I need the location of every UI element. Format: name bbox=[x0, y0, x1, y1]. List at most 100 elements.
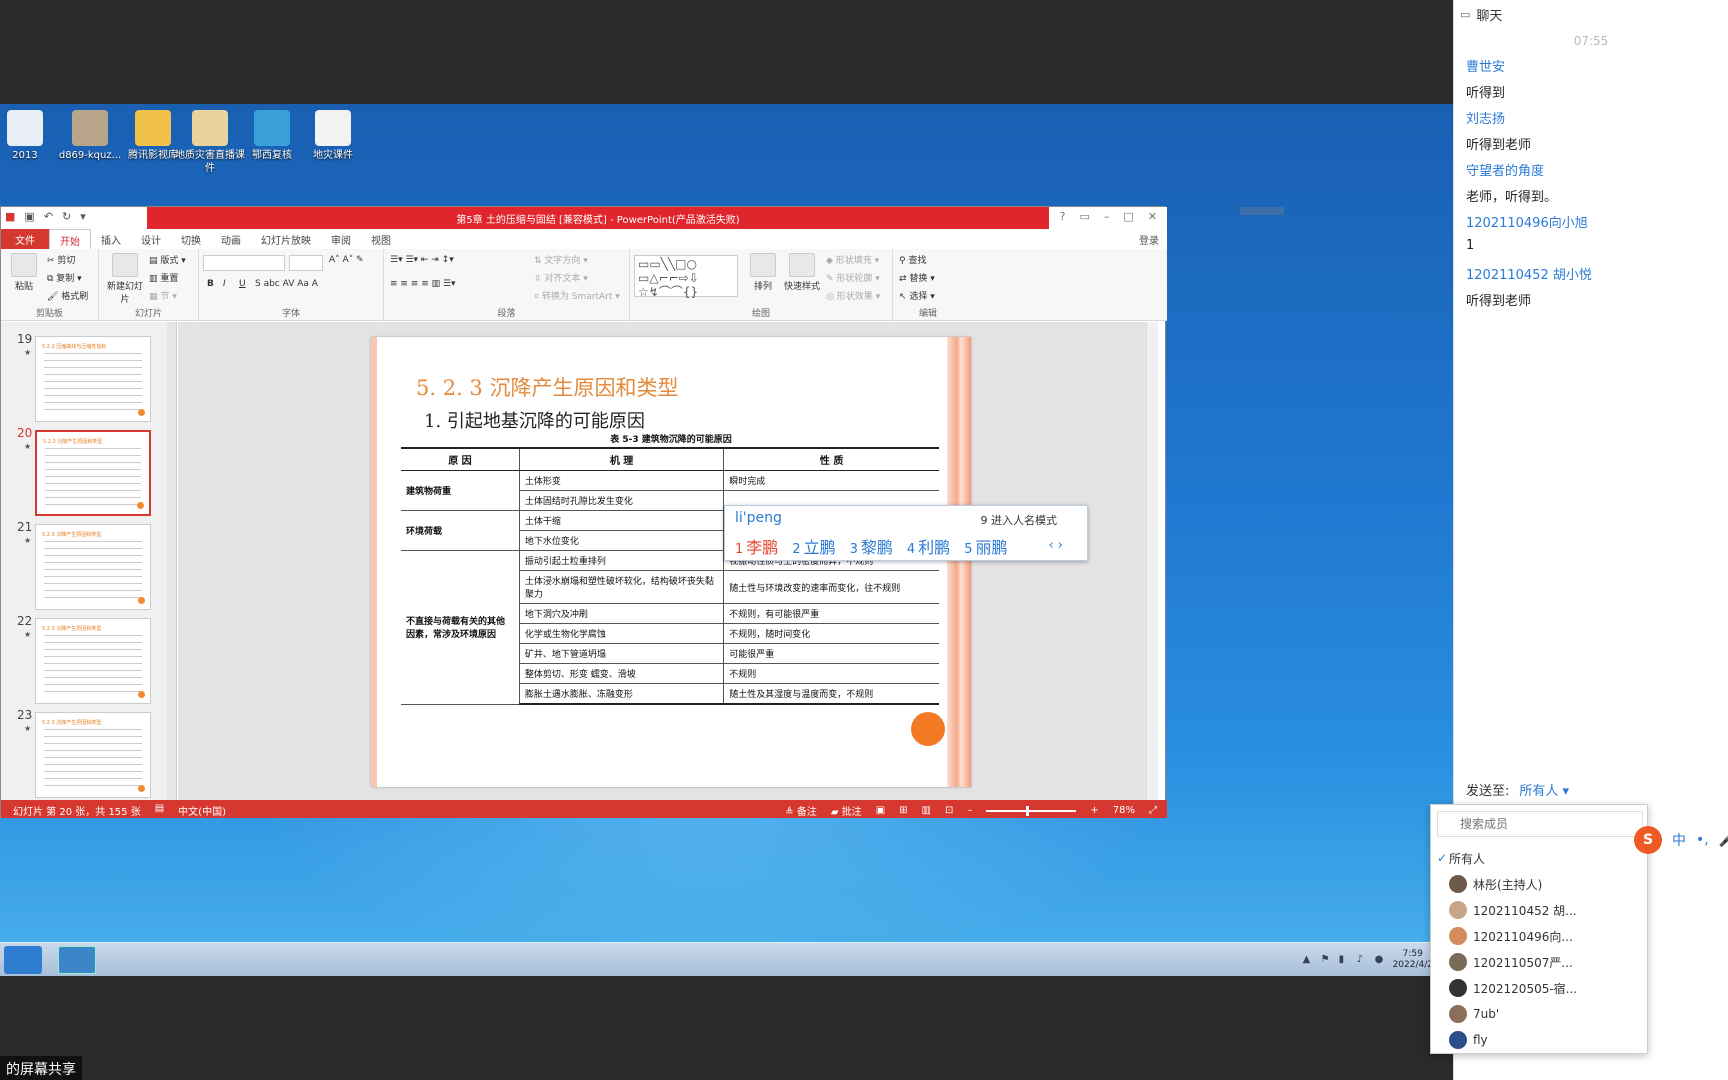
align-buttons[interactable]: ≡ ≡ ≡ ≡ ▥ ☰▾ bbox=[390, 279, 456, 289]
shape-effects-button[interactable]: ◎ 形状效果 ▾ bbox=[826, 289, 880, 302]
ribbon-tab[interactable]: 插入 bbox=[91, 229, 131, 249]
slide-thumbnail[interactable]: 5.2.2 压缩曲线与压缩性指标 bbox=[35, 336, 151, 422]
slideshow-icon[interactable]: ⊡ bbox=[945, 805, 953, 816]
ribbon-tab[interactable]: 设计 bbox=[131, 229, 171, 249]
slide-scrollbar[interactable] bbox=[1146, 322, 1158, 800]
desktop-icon[interactable]: 鄂西复核 bbox=[237, 110, 307, 162]
language-indicator[interactable]: 中文(中国) bbox=[178, 803, 226, 818]
slide-editor[interactable]: 5. 2. 3 沉降产生原因和类型 1. 引起地基沉降的可能原因 表 5-3 建… bbox=[178, 322, 1158, 800]
arrange-button[interactable]: 排列 bbox=[746, 253, 780, 292]
slide-canvas[interactable]: 5. 2. 3 沉降产生原因和类型 1. 引起地基沉降的可能原因 表 5-3 建… bbox=[371, 337, 971, 787]
copy-button[interactable]: ⧉ 复制 ▾ bbox=[47, 271, 82, 284]
member-option[interactable]: 1202120505-宿... bbox=[1431, 975, 1649, 1001]
layout-button[interactable]: ▤ 版式 ▾ bbox=[149, 253, 186, 266]
ime-candidate[interactable]: 3 黎鹏 bbox=[850, 534, 893, 558]
zoom-out-button[interactable]: – bbox=[967, 805, 972, 816]
shadow-button[interactable]: S abc AV Aa A bbox=[255, 279, 318, 289]
settlement-causes-table[interactable]: 原 因机 理性 质 建筑物荷重 土体形变 瞬时完成 土体固结时孔隙比发生变化 环境荷载土… bbox=[401, 447, 939, 705]
smartart-button[interactable]: ⌗ 转换为 SmartArt ▾ bbox=[534, 289, 620, 302]
zoom-slider[interactable] bbox=[986, 805, 1077, 816]
login-link[interactable]: 登录 bbox=[1139, 232, 1159, 247]
close-icon[interactable]: ✕ bbox=[1148, 210, 1157, 223]
cut-button[interactable]: ✂ 剪切 bbox=[47, 253, 75, 266]
ribbon-tab[interactable]: 审阅 bbox=[321, 229, 361, 249]
shape-fill-button[interactable]: ◆ 形状填充 ▾ bbox=[826, 253, 879, 266]
shape-outline-button[interactable]: ✎ 形状轮廓 ▾ bbox=[826, 271, 880, 284]
ime-name-mode-hint[interactable]: 9 进入人名模式 bbox=[981, 512, 1058, 528]
save-icon[interactable]: ▣ bbox=[24, 210, 34, 223]
customize-icon[interactable]: ▾ bbox=[80, 210, 86, 223]
zoom-level[interactable]: 78% bbox=[1113, 805, 1135, 816]
member-option[interactable]: 1202110496向... bbox=[1431, 923, 1649, 949]
maximize-icon[interactable]: □ bbox=[1123, 210, 1133, 223]
member-option[interactable]: fly bbox=[1431, 1027, 1649, 1053]
desktop-icon[interactable]: 地质灾害直播课件 bbox=[175, 110, 245, 175]
ribbon-tab[interactable]: 幻灯片放映 bbox=[251, 229, 321, 249]
ribbon-tab[interactable]: 动画 bbox=[211, 229, 251, 249]
redo-icon[interactable]: ↻ bbox=[62, 210, 71, 223]
ime-punctuation-toggle[interactable]: •, bbox=[1696, 832, 1709, 848]
undo-icon[interactable]: ↶ bbox=[44, 210, 53, 223]
ribbon-display-icon[interactable]: ▭ bbox=[1079, 210, 1089, 223]
message-sender[interactable]: 刘志扬 bbox=[1466, 108, 1716, 127]
clock[interactable]: 7:59 2022/4/2 bbox=[1393, 949, 1433, 971]
reading-view-icon[interactable]: ▥ bbox=[922, 805, 931, 816]
comments-button[interactable]: ▰ 批注 bbox=[831, 803, 862, 818]
quick-styles-button[interactable]: 快速样式 bbox=[780, 253, 824, 292]
reset-button[interactable]: ▥ 重置 bbox=[149, 271, 178, 284]
italic-button[interactable]: I bbox=[223, 279, 226, 289]
zoom-in-button[interactable]: + bbox=[1090, 805, 1098, 816]
message-sender[interactable]: 守望者的角度 bbox=[1466, 160, 1716, 179]
desktop-icon[interactable]: 地灾课件 bbox=[298, 110, 368, 162]
thumbnails-scrollbar[interactable] bbox=[167, 322, 176, 800]
ribbon-tab[interactable]: 视图 bbox=[361, 229, 401, 249]
select-button[interactable]: ↖ 选择 ▾ bbox=[899, 289, 935, 302]
network-icon[interactable]: ▮ bbox=[1339, 955, 1349, 965]
volume-icon[interactable]: ♪ bbox=[1357, 955, 1367, 965]
user-icon[interactable]: ● bbox=[1375, 955, 1385, 965]
help-icon[interactable]: ? bbox=[1060, 210, 1066, 223]
minimize-icon[interactable]: – bbox=[1104, 210, 1110, 223]
tray-up-icon[interactable]: ▲ bbox=[1303, 955, 1313, 965]
member-option[interactable]: 7ub' bbox=[1431, 1001, 1649, 1027]
desktop-icon[interactable]: 2013 bbox=[0, 110, 60, 162]
slide-thumbnail[interactable]: 5.2.3 沉降产生原因和类型 bbox=[35, 618, 151, 704]
flag-icon[interactable]: ⚑ bbox=[1321, 955, 1331, 965]
normal-view-icon[interactable]: ▣ bbox=[876, 805, 885, 816]
ribbon-tab[interactable]: 切换 bbox=[171, 229, 211, 249]
spell-check-icon[interactable]: ▤ bbox=[155, 803, 164, 818]
member-option[interactable]: 1202110507严... bbox=[1431, 949, 1649, 975]
fit-slide-icon[interactable]: ⤢ bbox=[1149, 805, 1157, 816]
notes-button[interactable]: ≜ 备注 bbox=[785, 803, 817, 818]
font-grow-icon[interactable]: A˄ A˅ ✎ bbox=[329, 255, 364, 265]
slide-thumbnail[interactable]: 5.2.3 沉降产生原因和类型 bbox=[35, 524, 151, 610]
slide-sorter-icon[interactable]: ⊞ bbox=[899, 805, 907, 816]
member-option[interactable]: 林彤(主持人) bbox=[1431, 871, 1649, 897]
font-name-select[interactable] bbox=[203, 255, 285, 271]
new-slide-button[interactable]: 新建幻灯片 bbox=[105, 253, 145, 305]
slide-thumbnails-pane[interactable]: 19 ★ 5.2.2 压缩曲线与压缩性指标 20 ★ 5.2.3 沉降产生原因和类型 21 ★… bbox=[1, 322, 177, 800]
ime-candidate[interactable]: 4 利鹏 bbox=[907, 534, 950, 558]
slide-subtitle[interactable]: 1. 引起地基沉降的可能原因 bbox=[424, 407, 645, 433]
zoom-slider-knob[interactable] bbox=[1025, 805, 1029, 816]
bold-button[interactable]: B bbox=[207, 279, 214, 289]
align-text-button[interactable]: ⇳ 对齐文本 ▾ bbox=[534, 271, 588, 284]
find-button[interactable]: ⚲ 查找 bbox=[899, 253, 926, 266]
paste-button[interactable]: 粘贴 bbox=[7, 253, 41, 292]
sogou-logo-icon[interactable]: S bbox=[1634, 826, 1662, 854]
underline-button[interactable]: U bbox=[239, 279, 246, 289]
section-button[interactable]: ▦ 节 ▾ bbox=[149, 289, 177, 302]
taskbar-app-icon[interactable] bbox=[58, 946, 96, 974]
slide-thumbnail[interactable]: 5.2.3 沉降产生原因和类型 bbox=[35, 430, 151, 516]
start-button[interactable] bbox=[4, 946, 42, 974]
ime-page-arrows[interactable]: ‹ › bbox=[1048, 538, 1063, 553]
font-size-select[interactable] bbox=[289, 255, 323, 271]
desktop-icon[interactable]: d869-kquz... bbox=[55, 110, 125, 162]
bullets-button[interactable]: ☰▾ ☰▾ ⇤ ⇥ ↕▾ bbox=[390, 255, 454, 265]
ime-candidate[interactable]: 5 丽鹏 bbox=[964, 534, 1007, 558]
message-sender[interactable]: 1202110452 胡小悦 bbox=[1466, 264, 1716, 283]
send-to-select[interactable]: 所有人 ▾ bbox=[1519, 784, 1569, 799]
microphone-icon[interactable]: 🎤 bbox=[1719, 832, 1728, 848]
replace-button[interactable]: ⇄ 替换 ▾ bbox=[899, 271, 935, 284]
text-direction-button[interactable]: ⇅ 文字方向 ▾ bbox=[534, 253, 588, 266]
